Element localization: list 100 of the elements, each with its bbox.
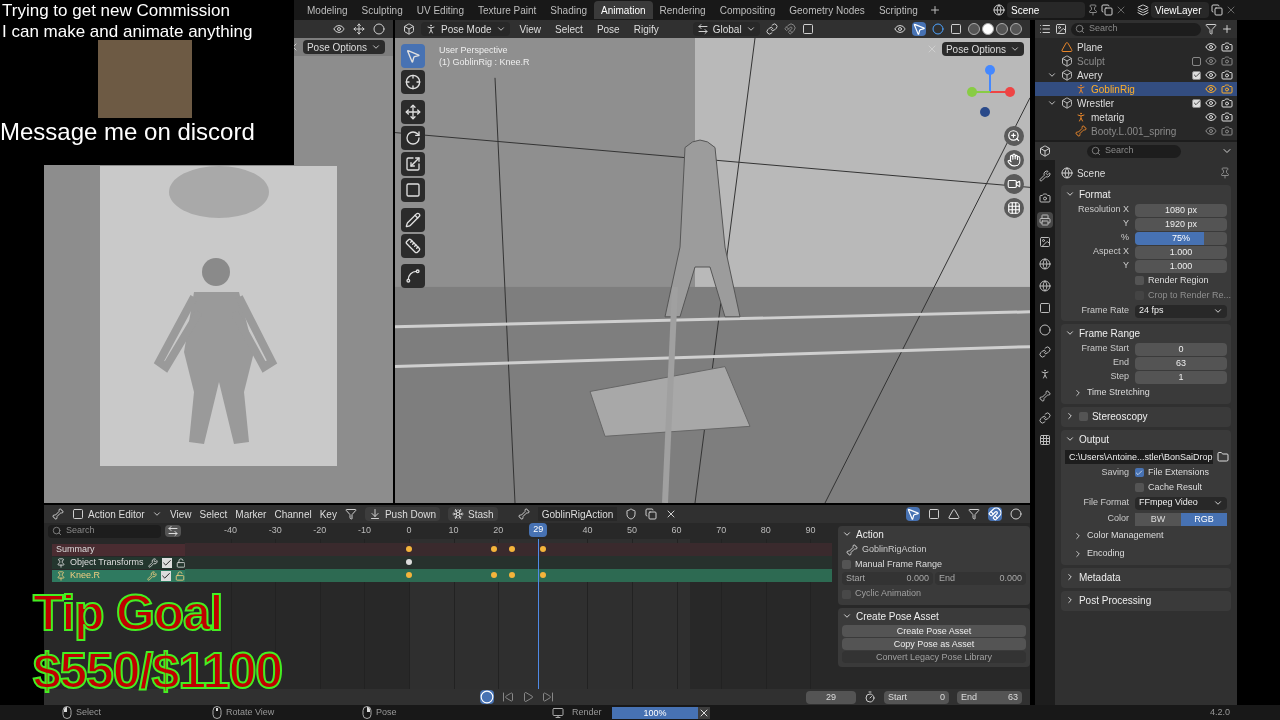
checkbox[interactable] — [1078, 411, 1088, 421]
search-field[interactable]: Search — [48, 524, 161, 538]
current-frame-field[interactable]: 29 — [806, 690, 856, 704]
editor-mode-dropdown[interactable]: Action Editor — [72, 507, 162, 521]
tool-button[interactable] — [401, 152, 425, 176]
number-field[interactable]: 1920 px — [1134, 217, 1227, 231]
tool-button[interactable] — [401, 126, 425, 150]
menu-item[interactable]: Select — [199, 506, 228, 522]
outliner-item[interactable]: Avery — [1035, 68, 1237, 82]
push-down-button[interactable]: Push Down — [364, 507, 441, 521]
stash-button[interactable]: Stash — [448, 507, 498, 521]
checkbox[interactable]: File Extensions — [1134, 465, 1209, 480]
record-icon[interactable] — [480, 690, 494, 704]
channel-row[interactable]: Knee.R — [52, 569, 185, 582]
tool-button[interactable] — [401, 100, 425, 124]
workspace-tab[interactable]: UV Editing — [409, 1, 471, 19]
tool-button[interactable] — [401, 208, 425, 232]
panel-header[interactable]: Frame Range — [1060, 324, 1231, 342]
action-button[interactable]: Create Pose Asset — [842, 625, 1026, 637]
jump-end-icon[interactable] — [542, 691, 554, 703]
checkbox[interactable]: Cache Result — [1134, 480, 1202, 495]
tool-button[interactable] — [401, 70, 425, 94]
dropdown[interactable]: FFmpeg Video — [1134, 496, 1227, 510]
tool-button[interactable] — [401, 234, 425, 258]
channel-row[interactable]: Object Transforms — [52, 556, 185, 569]
workspace-tab[interactable]: Animation — [594, 1, 653, 19]
menu-item[interactable]: Key — [319, 506, 337, 522]
workspace-tab[interactable]: Compositing — [712, 1, 783, 19]
number-field[interactable]: 0 — [1134, 342, 1227, 356]
subpanel-header[interactable]: Encoding — [1060, 545, 1125, 563]
outliner-item[interactable]: GoblinRig — [1035, 82, 1237, 96]
workspace-tab[interactable]: Geometry Nodes — [782, 1, 872, 19]
property-tab[interactable] — [1036, 410, 1053, 426]
shading-mode-button[interactable] — [982, 23, 994, 35]
panel-header[interactable]: Format — [1060, 185, 1231, 203]
checkbox[interactable]: Cyclic Animation — [842, 587, 1026, 601]
checkbox[interactable] — [1192, 70, 1201, 80]
view-layer-selector[interactable]: ViewLayer — [1151, 2, 1209, 18]
panel-header[interactable]: Stereoscopy — [1060, 407, 1231, 425]
number-field[interactable]: 1.000 — [1134, 259, 1227, 273]
property-tab[interactable] — [1036, 388, 1053, 404]
dropdown[interactable]: 24 fps — [1134, 304, 1227, 318]
number-field[interactable]: 1 — [1134, 370, 1227, 384]
subpanel-header[interactable]: Time Stretching — [1060, 384, 1150, 402]
toggle-option[interactable]: BW — [1134, 512, 1181, 526]
workspace-tab[interactable]: Shading — [543, 1, 595, 19]
percent-slider[interactable]: 75% — [1134, 231, 1227, 245]
panel-header[interactable]: Post Processing — [1060, 591, 1231, 609]
mode-dropdown[interactable]: Pose Mode — [421, 22, 510, 36]
workspace-tab[interactable]: Rendering — [652, 1, 713, 19]
number-field[interactable]: 63 — [1134, 356, 1227, 370]
subpanel-header[interactable]: Color Management — [1060, 527, 1164, 545]
property-tab[interactable] — [1036, 322, 1053, 338]
workspace-tab[interactable]: Modeling — [300, 1, 355, 19]
workspace-tab[interactable]: Scripting — [871, 1, 925, 19]
start-frame-field[interactable]: Start 0 — [884, 690, 949, 704]
property-tab[interactable] — [1036, 256, 1053, 272]
menu-item[interactable]: Pose — [592, 21, 624, 37]
search-field[interactable]: Search — [1087, 144, 1181, 158]
checkbox[interactable] — [1192, 98, 1201, 108]
pin-icon[interactable] — [1219, 167, 1231, 179]
checkbox[interactable]: Manual Frame Range — [842, 557, 1026, 572]
outliner-item[interactable]: metarig — [1035, 110, 1237, 124]
menu-item[interactable]: View — [170, 506, 192, 522]
menu-item[interactable]: Channel — [274, 506, 312, 522]
menu-item[interactable]: Marker — [235, 506, 267, 522]
number-field[interactable]: 1.000 — [1134, 245, 1227, 259]
scene-selector[interactable]: Scene — [1007, 2, 1085, 18]
pose-options-dropdown[interactable]: Pose Options — [941, 42, 1024, 56]
workspace-tab[interactable]: Texture Paint — [471, 1, 544, 19]
toggle-option[interactable]: RGB — [1180, 512, 1227, 526]
search-field[interactable]: Search — [1071, 22, 1201, 36]
property-tab[interactable] — [1036, 190, 1053, 206]
tool-button[interactable] — [401, 178, 425, 202]
current-frame-marker[interactable]: 29 — [529, 523, 548, 537]
property-tab[interactable] — [1036, 278, 1053, 294]
add-icon[interactable] — [928, 4, 941, 16]
number-field[interactable]: 1080 px — [1134, 203, 1227, 217]
path-field[interactable]: C:\Users\Antoine...stler\BonSaiDrop — [1064, 449, 1213, 464]
panel-header[interactable]: Action — [842, 526, 1026, 542]
action-name-field[interactable]: GoblinRigAction — [537, 507, 618, 521]
checkbox[interactable]: Render Region — [1134, 273, 1209, 288]
outliner-item[interactable]: Plane — [1035, 40, 1237, 54]
swap-icon[interactable] — [165, 525, 181, 537]
property-tab[interactable] — [1036, 344, 1053, 360]
end-frame-field[interactable]: End 63 — [957, 690, 1022, 704]
workspace-tab[interactable]: Sculpting — [354, 1, 410, 19]
play-icon[interactable] — [522, 691, 534, 703]
property-tab[interactable] — [1036, 168, 1053, 184]
panel-header[interactable]: Output — [1060, 430, 1231, 448]
orientation-dropdown[interactable]: Global — [692, 22, 760, 36]
menu-item[interactable]: Select — [551, 21, 587, 37]
folder-icon[interactable] — [1216, 450, 1229, 463]
panel-header[interactable]: Metadata — [1060, 568, 1231, 586]
property-tab[interactable] — [1036, 212, 1053, 228]
menu-item[interactable]: View — [515, 21, 546, 37]
pose-options-dropdown[interactable]: Pose Options — [302, 40, 385, 54]
tool-button[interactable] — [401, 264, 425, 288]
channel-row[interactable]: Summary — [52, 543, 185, 556]
outliner-item[interactable]: Wrestler — [1035, 96, 1237, 110]
